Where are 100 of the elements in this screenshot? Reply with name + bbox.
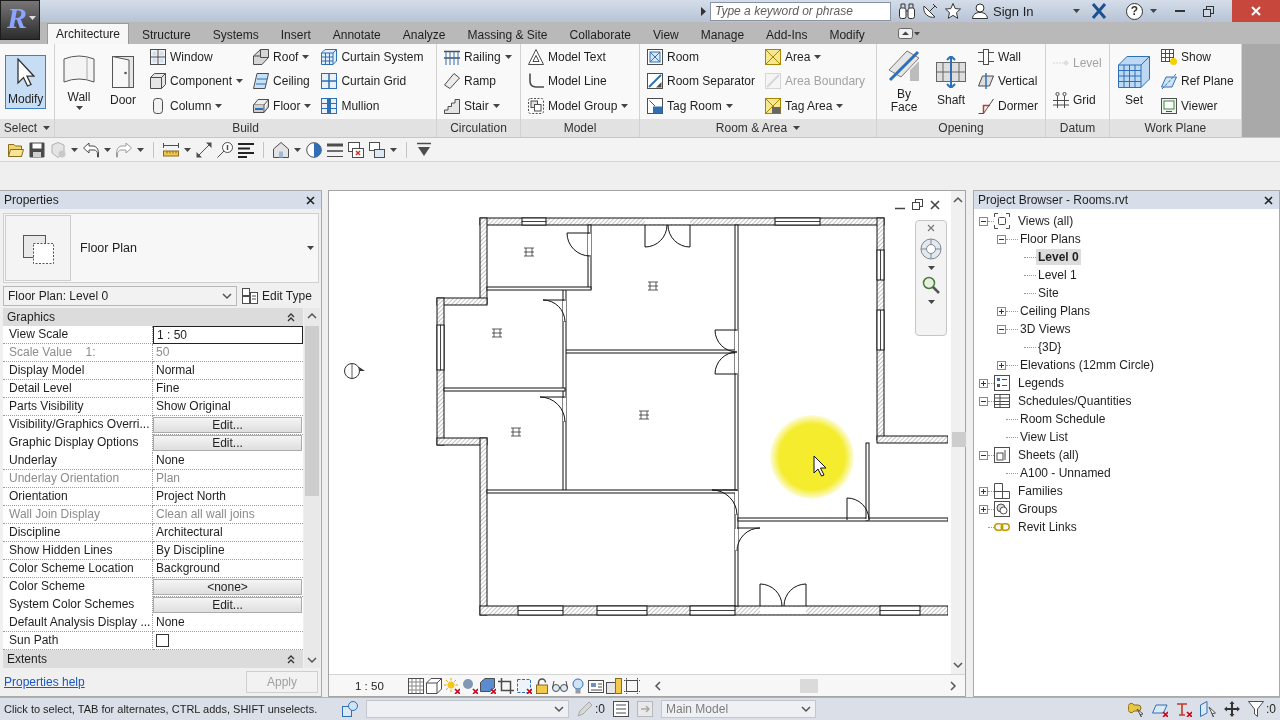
text-lines-icon[interactable] — [238, 141, 254, 158]
ribbon-button[interactable]: Stair — [442, 95, 514, 117]
ribbon-button[interactable]: Grid — [1051, 89, 1104, 111]
property-button[interactable]: Edit... — [153, 597, 302, 613]
ribbon-tab[interactable]: Modify — [820, 24, 874, 44]
property-group-header[interactable]: Extents — [3, 650, 303, 668]
tree-item[interactable]: {3D} — [1036, 339, 1064, 355]
ribbon-tab[interactable]: Manage — [691, 24, 754, 44]
ribbon-button[interactable]: Model Text — [526, 46, 631, 68]
tree-item[interactable]: Room Schedule — [1018, 411, 1108, 427]
ribbon-tab[interactable]: Structure — [133, 24, 200, 44]
tree-item[interactable]: Site — [1036, 285, 1061, 301]
ribbon-button[interactable]: Show — [1159, 46, 1236, 68]
ribbon-tab[interactable]: Massing & Site — [458, 24, 557, 44]
binoculars-icon[interactable] — [899, 3, 915, 19]
ribbon-tab[interactable]: View — [643, 24, 688, 44]
house-icon[interactable] — [273, 141, 289, 158]
tree-item[interactable]: Groups — [1016, 501, 1060, 517]
satellite-dish-icon[interactable] — [922, 3, 938, 19]
measure-icon[interactable] — [163, 141, 179, 158]
cube-outline-icon[interactable] — [425, 677, 442, 694]
panel-menu-button[interactable]: Select — [0, 119, 54, 137]
collapse-icon[interactable] — [287, 312, 295, 322]
block-cross-icon[interactable] — [479, 677, 496, 694]
collapse-icon[interactable] — [996, 324, 1006, 334]
ribbon-button[interactable]: Ref Plane — [1159, 71, 1236, 92]
tree-item[interactable]: 3D Views — [1018, 321, 1073, 337]
tree-item[interactable]: View List — [1018, 429, 1070, 445]
close-windows-icon[interactable] — [348, 141, 364, 158]
open-folder-icon[interactable] — [8, 141, 24, 158]
checkbox[interactable] — [156, 634, 169, 647]
filter-icon[interactable] — [1248, 701, 1264, 717]
panel-menu-button[interactable]: Room & Area — [640, 119, 876, 137]
ribbon-button[interactable]: Vertical — [976, 71, 1040, 92]
caret-icon[interactable] — [1150, 9, 1157, 13]
scrollbar-thumb[interactable] — [799, 678, 818, 693]
caret-icon[interactable] — [104, 147, 111, 152]
caret-icon[interactable] — [71, 147, 78, 152]
restore-icon[interactable] — [912, 199, 923, 210]
pin-cross-icon[interactable] — [1176, 701, 1192, 717]
ribbon-button[interactable]: Door — [104, 53, 142, 110]
search-field[interactable]: Type a keyword or phrase — [710, 1, 891, 21]
ribbon-button[interactable]: Area — [763, 46, 868, 68]
close-icon[interactable] — [1264, 195, 1273, 205]
scrollbar-thumb[interactable] — [305, 326, 319, 496]
scroll-down-icon[interactable] — [953, 661, 963, 669]
expand-icon[interactable] — [996, 360, 1006, 370]
ribbon-button[interactable]: Room Separator — [645, 71, 758, 92]
ribbon-button[interactable]: Model Line — [526, 71, 631, 92]
move-arrows-icon[interactable] — [1224, 701, 1240, 717]
chain-cursor-icon[interactable] — [1128, 701, 1144, 717]
ribbon-button[interactable]: Tag Room — [645, 95, 758, 117]
ribbon-button[interactable]: Railing — [442, 46, 514, 68]
ribbon-tab[interactable]: Systems — [203, 24, 268, 44]
ribbon-button[interactable]: Viewer — [1159, 95, 1236, 117]
close-icon[interactable] — [306, 195, 315, 205]
property-input-field[interactable]: 1 : 50 — [153, 326, 303, 344]
scroll-left-icon[interactable] — [653, 680, 662, 691]
collapse-icon[interactable] — [996, 234, 1006, 244]
tree-item[interactable]: Elevations (12mm Circle) — [1018, 357, 1157, 373]
ribbon-tab[interactable]: Insert — [271, 24, 320, 44]
ribbon-button[interactable]: Model Group — [526, 95, 631, 117]
bar-arrow-icon[interactable] — [416, 141, 432, 158]
expand-icon[interactable] — [978, 378, 988, 388]
steering-wheel-icon[interactable] — [920, 238, 942, 260]
ribbon-button[interactable]: Curtain System — [319, 46, 426, 68]
ribbon-button[interactable]: Room — [645, 46, 758, 68]
tree-item[interactable]: Revit Links — [1016, 519, 1079, 535]
vertical-scrollbar[interactable] — [951, 191, 965, 674]
caret-icon[interactable] — [184, 147, 191, 152]
cross-logo-icon[interactable] — [1091, 3, 1107, 19]
ribbon-button[interactable]: Tag Area — [763, 95, 868, 117]
sun-icon[interactable] — [443, 677, 460, 694]
property-group-header[interactable]: Graphics — [3, 308, 303, 326]
ribbon-button[interactable]: Window — [148, 46, 246, 68]
ribbon-tab[interactable]: Analyze — [393, 24, 455, 44]
tree-item[interactable]: Legends — [1016, 375, 1067, 391]
tree-item[interactable]: Level 1 — [1036, 267, 1079, 283]
sign-in-button[interactable]: Sign In — [968, 1, 1084, 21]
tree-item[interactable]: Families — [1016, 483, 1065, 499]
restore-icon[interactable] — [1203, 5, 1214, 17]
collapse-icon[interactable] — [978, 396, 988, 406]
ribbon-button[interactable]: Wall — [976, 46, 1040, 68]
ribbon-button[interactable]: Mullion — [319, 95, 426, 117]
help-link[interactable]: Properties help — [4, 675, 85, 689]
tree-item[interactable]: Schedules/Quantities — [1016, 393, 1134, 409]
detail-level-icon[interactable] — [407, 677, 424, 694]
expand-icon[interactable] — [978, 486, 988, 496]
collapse-icon[interactable] — [978, 216, 988, 226]
help-button[interactable]: ? — [1126, 2, 1143, 20]
lock-icon[interactable] — [533, 677, 550, 694]
caret-icon[interactable] — [390, 147, 397, 152]
expand-icon[interactable] — [978, 504, 988, 514]
ribbon-button[interactable]: Roof — [251, 46, 314, 68]
ribbon-tab[interactable]: Architecture — [47, 23, 130, 44]
list-icon[interactable] — [613, 701, 629, 717]
vertical-scrollbar[interactable] — [304, 308, 320, 668]
scroll-down-icon[interactable] — [307, 656, 317, 664]
caret-icon[interactable] — [927, 300, 935, 304]
ribbon-button[interactable]: Dormer — [976, 95, 1040, 117]
